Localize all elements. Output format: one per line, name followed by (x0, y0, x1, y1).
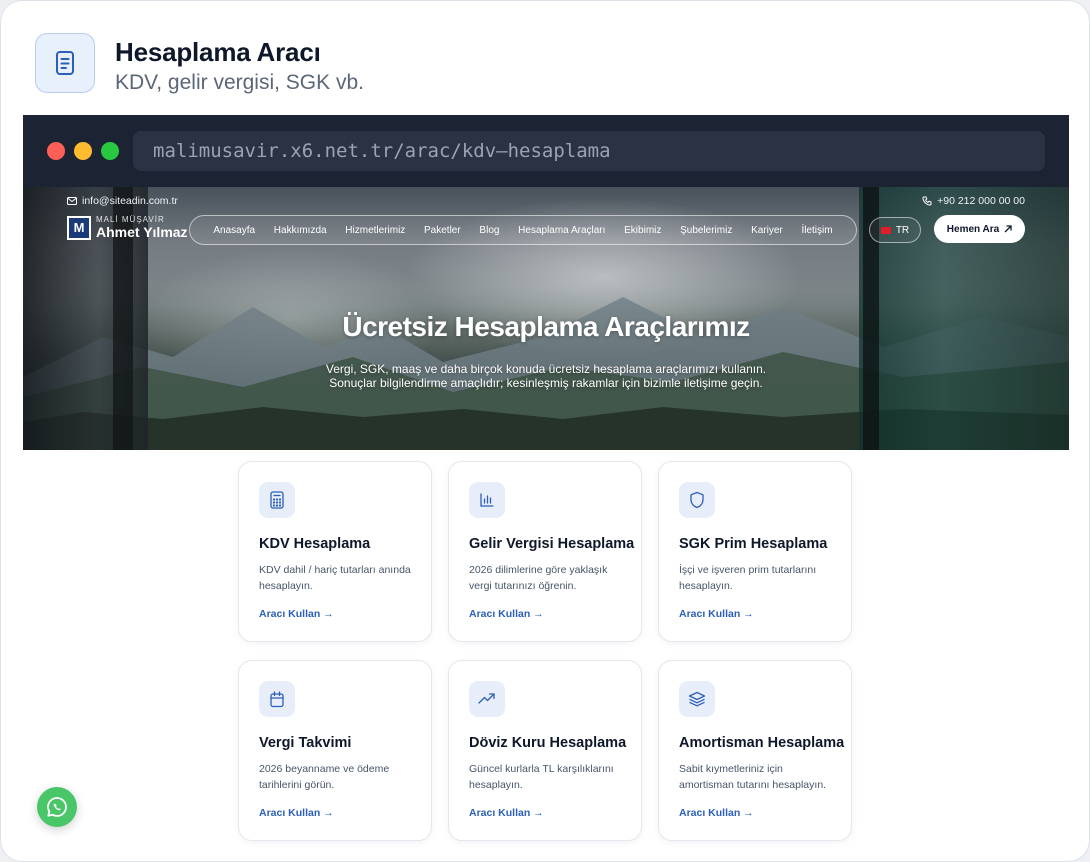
tool-description: 2026 dilimlerine göre yaklaşık vergi tut… (469, 564, 608, 592)
hero-line-2: Sonuçlar bilgilendirme amaçlıdır; kesinl… (329, 376, 763, 390)
language-label: TR (895, 224, 910, 236)
logo-tagline: MALİ MÜŞAVİR (96, 215, 165, 224)
calculator-icon (259, 482, 295, 518)
turkey-flag-icon (880, 226, 891, 234)
layers-icon (679, 681, 715, 717)
use-tool-link[interactable]: Aracı Kullan → (679, 608, 754, 620)
tool-description: 2026 beyanname ve ödeme tarihlerini görü… (259, 763, 390, 791)
nav-paketler[interactable]: Paketler (424, 225, 461, 236)
app-title: Hesaplama Aracı (115, 37, 321, 67)
tool-description: İşçi ve işveren prim tutarlarını hesapla… (679, 564, 817, 592)
hero-title: Ücretsiz Hesaplama Araçlarımız (342, 311, 750, 342)
address-bar[interactable]: malimusavir.x6.net.tr/arac/kdv–hesaplama (133, 131, 1045, 171)
tool-card-gelir-vergisi[interactable]: Gelir Vergisi Hesaplama 2026 dilimlerine… (448, 461, 642, 642)
call-now-button[interactable]: Hemen Ara (934, 215, 1025, 243)
nav-iletisim[interactable]: İletişim (801, 225, 832, 236)
hero-description: Vergi, SGK, maaş ve daha birçok konuda ü… (23, 362, 1069, 390)
close-window-button[interactable] (47, 142, 65, 160)
hero-section: info@siteadin.com.tr +90 212 000 00 00 M… (23, 187, 1069, 450)
email-contact[interactable]: info@siteadin.com.tr (67, 195, 178, 207)
nav-blog[interactable]: Blog (479, 225, 499, 236)
nav-subelerimiz[interactable]: Şubelerimiz (680, 225, 732, 236)
calendar-icon (259, 681, 295, 717)
nav-ekibimiz[interactable]: Ekibimiz (624, 225, 661, 236)
hero-line-1: Vergi, SGK, maaş ve daha birçok konuda ü… (325, 362, 767, 376)
tool-title: Döviz Kuru Hesaplama (469, 735, 627, 751)
tool-card-vergi-takvimi[interactable]: Vergi Takvimi 2026 beyanname ve ödeme ta… (238, 660, 432, 841)
tool-card-doviz-kuru[interactable]: Döviz Kuru Hesaplama Güncel kurlarla TL … (448, 660, 642, 841)
shield-icon (679, 482, 715, 518)
tools-grid: KDV Hesaplama KDV dahil / hariç tutarlar… (238, 461, 854, 841)
phone-icon (922, 196, 932, 206)
bar-chart-icon (469, 482, 505, 518)
browser-toolbar: malimusavir.x6.net.tr/arac/kdv–hesaplama (23, 115, 1069, 187)
use-tool-link[interactable]: Aracı Kullan → (259, 608, 334, 620)
use-tool-link[interactable]: Aracı Kullan → (469, 807, 544, 819)
phone-text: +90 212 000 00 00 (937, 195, 1025, 207)
nav-anasayfa[interactable]: Anasayfa (213, 225, 255, 236)
trending-up-icon (469, 681, 505, 717)
tool-title: Amortisman Hesaplama (679, 735, 845, 751)
logo-mark: M (67, 215, 91, 240)
whatsapp-icon (47, 797, 67, 817)
tool-card-kdv[interactable]: KDV Hesaplama KDV dahil / hariç tutarlar… (238, 461, 432, 642)
site-logo[interactable]: M MALİ MÜŞAVİR Ahmet Yılmaz (67, 215, 188, 240)
tool-description: Güncel kurlarla TL karşılıklarını hesapl… (469, 763, 614, 791)
nav-hakkimizda[interactable]: Hakkımızda (274, 225, 327, 236)
whatsapp-button[interactable] (37, 787, 77, 827)
use-tool-link[interactable]: Aracı Kullan → (259, 807, 334, 819)
email-text: info@siteadin.com.tr (82, 195, 178, 207)
maximize-window-button[interactable] (101, 142, 119, 160)
app-header: Hesaplama Aracı KDV, gelir vergisi, SGK … (35, 33, 364, 97)
tool-title: Gelir Vergisi Hesaplama (469, 536, 635, 552)
minimize-window-button[interactable] (74, 142, 92, 160)
card-frame: Hesaplama Aracı KDV, gelir vergisi, SGK … (0, 0, 1090, 862)
call-now-label: Hemen Ara (946, 223, 1000, 235)
browser-window: malimusavir.x6.net.tr/arac/kdv–hesaplama… (23, 115, 1069, 861)
mail-icon (67, 197, 77, 205)
tool-description: Sabit kıymetleriniz için amortisman tuta… (679, 763, 827, 791)
phone-contact[interactable]: +90 212 000 00 00 (922, 195, 1025, 207)
tool-title: SGK Prim Hesaplama (679, 536, 828, 552)
app-subtitle: KDV, gelir vergisi, SGK vb. (115, 71, 364, 94)
site-navbar: M MALİ MÜŞAVİR Ahmet Yılmaz Anasayfa Hak… (67, 215, 1025, 245)
document-icon (35, 33, 95, 93)
tool-description: KDV dahil / hariç tutarları anında hesap… (259, 564, 411, 592)
tool-card-sgk-prim[interactable]: SGK Prim Hesaplama İşçi ve işveren prim … (658, 461, 852, 642)
nav-hesaplama-araclari[interactable]: Hesaplama Araçları (518, 225, 605, 236)
arrow-up-right-icon (1004, 225, 1012, 233)
language-selector[interactable]: TR (869, 217, 921, 243)
tool-title: KDV Hesaplama (259, 536, 371, 552)
use-tool-link[interactable]: Aracı Kullan → (469, 608, 544, 620)
tool-card-amortisman[interactable]: Amortisman Hesaplama Sabit kıymetleriniz… (658, 660, 852, 841)
logo-name: Ahmet Yılmaz (96, 224, 188, 240)
tool-title: Vergi Takvimi (259, 735, 352, 751)
nav-hizmetlerimiz[interactable]: Hizmetlerimiz (345, 225, 405, 236)
main-nav: Anasayfa Hakkımızda Hizmetlerimiz Paketl… (189, 215, 857, 245)
top-contact-strip: info@siteadin.com.tr +90 212 000 00 00 (67, 195, 1025, 207)
use-tool-link[interactable]: Aracı Kullan → (679, 807, 754, 819)
nav-kariyer[interactable]: Kariyer (751, 225, 783, 236)
